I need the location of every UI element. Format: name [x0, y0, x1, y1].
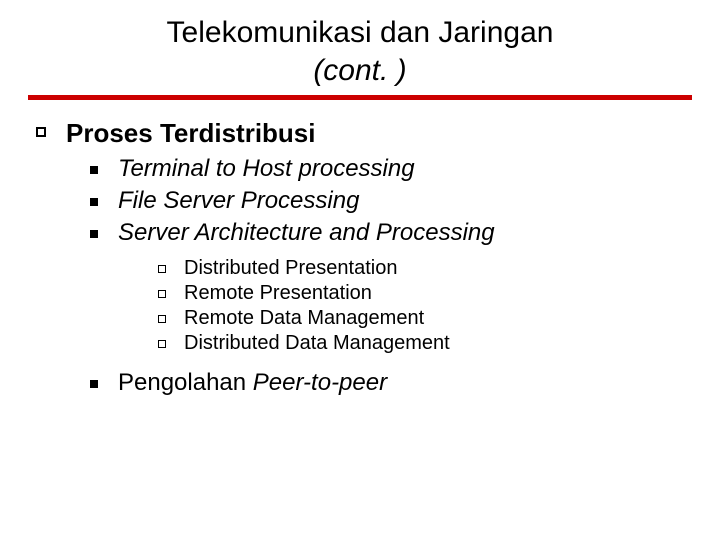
- outline-level3: Distributed Presentation: [158, 257, 692, 280]
- level3-text: Remote Data Management: [184, 307, 692, 330]
- level3-text: Distributed Data Management: [184, 332, 692, 355]
- outline-level3: Remote Presentation: [158, 282, 692, 305]
- outline-level2: File Server Processing: [90, 187, 692, 215]
- outline-level3: Remote Data Management: [158, 307, 692, 330]
- outline-level3-group: Distributed Presentation Remote Presenta…: [28, 257, 692, 355]
- level2-text: Server Architecture and Processing: [118, 219, 692, 247]
- hollow-square-bullet-icon: [158, 315, 166, 323]
- level3-text: Distributed Presentation: [184, 257, 692, 280]
- slide-title: Telekomunikasi dan Jaringan (cont. ): [28, 14, 692, 89]
- slide: Telekomunikasi dan Jaringan (cont. ) Pro…: [0, 0, 720, 540]
- outline-level3: Distributed Data Management: [158, 332, 692, 355]
- hollow-square-bullet-icon: [158, 340, 166, 348]
- level2-text: Terminal to Host processing: [118, 155, 692, 183]
- level2-text-pre: Pengolahan: [118, 369, 253, 396]
- hollow-square-bullet-icon: [36, 127, 46, 137]
- level1-text: Proses Terdistribusi: [66, 118, 692, 149]
- hollow-square-bullet-icon: [158, 290, 166, 298]
- horizontal-rule: [28, 95, 692, 100]
- filled-square-bullet-icon: [90, 380, 98, 388]
- level2-text: Pengolahan Peer-to-peer: [118, 369, 692, 397]
- hollow-square-bullet-icon: [158, 265, 166, 273]
- title-line1: Telekomunikasi dan Jaringan: [167, 16, 554, 49]
- outline-level2: Terminal to Host processing: [90, 155, 692, 183]
- outline-level2: Server Architecture and Processing: [90, 219, 692, 247]
- level2-text: File Server Processing: [118, 187, 692, 215]
- filled-square-bullet-icon: [90, 198, 98, 206]
- outline-level2: Pengolahan Peer-to-peer: [90, 369, 692, 397]
- outline-level1: Proses Terdistribusi: [36, 118, 692, 149]
- level2-text-em: Peer-to-peer: [253, 369, 387, 396]
- filled-square-bullet-icon: [90, 166, 98, 174]
- level3-text: Remote Presentation: [184, 282, 692, 305]
- title-line2: (cont. ): [313, 54, 406, 87]
- filled-square-bullet-icon: [90, 230, 98, 238]
